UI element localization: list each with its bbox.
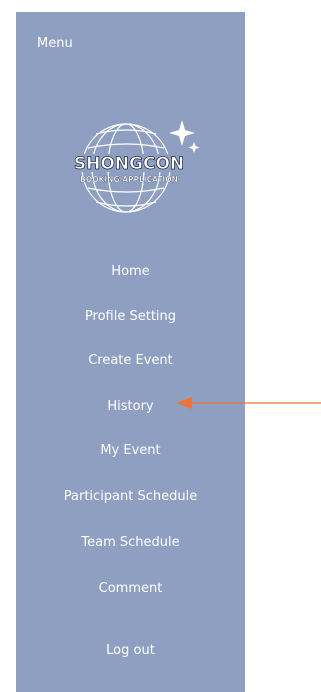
sidebar-item-comment[interactable]: Comment bbox=[16, 580, 245, 598]
logo-name: SHONGCON bbox=[74, 154, 184, 174]
sidebar-item-participant-schedule[interactable]: Participant Schedule bbox=[16, 488, 245, 506]
sidebar-item-my-event[interactable]: My Event bbox=[16, 442, 245, 460]
globe-logo-icon: SHONGCON BOOKING APPLICATION bbox=[72, 120, 200, 213]
sidebar-item-profile-setting[interactable]: Profile Setting bbox=[16, 308, 245, 326]
logo-tagline: BOOKING APPLICATION bbox=[80, 175, 178, 184]
sidebar-item-team-schedule[interactable]: Team Schedule bbox=[16, 534, 245, 552]
sidebar-item-create-event[interactable]: Create Event bbox=[16, 352, 245, 370]
arrow-left-icon bbox=[176, 397, 321, 409]
logout-button[interactable]: Log out bbox=[16, 642, 245, 660]
sidebar-item-home[interactable]: Home bbox=[16, 263, 245, 281]
sidebar-menu: Menu SHONGCON BOOKING APPLICATION Home P… bbox=[16, 12, 245, 692]
menu-title: Menu bbox=[37, 36, 73, 51]
